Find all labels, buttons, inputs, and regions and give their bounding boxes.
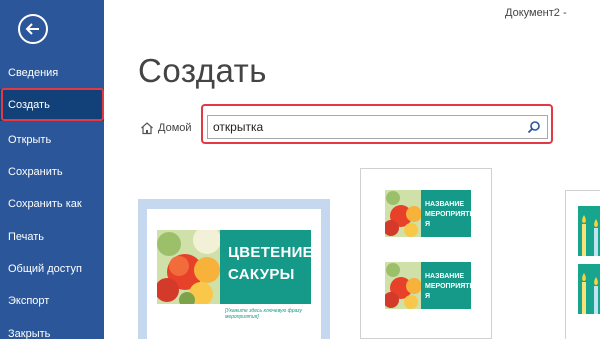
sidebar-item-export[interactable]: Экспорт: [0, 285, 104, 317]
page-title: Создать: [138, 52, 267, 89]
backstage-sidebar: Сведения Создать Открыть Сохранить Сохра…: [0, 0, 104, 339]
template-preview: ЦВЕТЕНИЕ САКУРЫ [Укажите здесь ключевую …: [147, 209, 321, 339]
template-line1: НАЗВАНИЕ: [425, 201, 465, 208]
breadcrumb-home-label: Домой: [158, 122, 192, 134]
template-title-panel: ЦВЕТЕНИЕ САКУРЫ: [220, 230, 313, 304]
template-card-sakura[interactable]: ЦВЕТЕНИЕ САКУРЫ [Укажите здесь ключевую …: [138, 199, 330, 339]
sidebar-item-save-as[interactable]: Сохранить как: [0, 188, 104, 220]
highlight-frame-search: [201, 104, 553, 144]
back-arrow-icon: [25, 23, 39, 35]
sidebar-item-share[interactable]: Общий доступ: [0, 253, 104, 285]
template-card-event-name[interactable]: НАЗВАНИЕ МЕРОПРИЯТИ Я НАЗВАНИЕ МЕРОПРИЯТ…: [360, 168, 492, 339]
sidebar-item-info[interactable]: Сведения: [0, 57, 104, 89]
template-preview-bottom: НАЗВАНИЕ МЕРОПРИЯТИ Я: [385, 262, 475, 309]
template-line3: Я: [425, 221, 431, 228]
template-subtitle: [Укажите здесь ключевую фразу мероприяти…: [225, 308, 302, 320]
template-line1: НАЗВАНИЕ: [425, 273, 465, 280]
flower-photo-image: [157, 230, 220, 304]
sidebar-item-open[interactable]: Открыть: [0, 124, 104, 156]
candles-image: [578, 206, 600, 256]
sidebar-item-print[interactable]: Печать: [0, 221, 104, 253]
template-preview-top: НАЗВАНИЕ МЕРОПРИЯТИ Я: [385, 190, 475, 237]
flower-photo-image: [385, 262, 421, 309]
flower-photo-image: [385, 190, 421, 237]
back-button[interactable]: [18, 14, 48, 44]
document-title: Документ2 -: [505, 7, 567, 19]
template-line3: Я: [425, 293, 431, 300]
template-card-birthday[interactable]: [565, 190, 600, 339]
template-title-line2: САКУРЫ: [228, 266, 295, 283]
sidebar-item-close[interactable]: Закрыть: [0, 318, 104, 339]
highlight-frame-new: [1, 88, 104, 121]
template-title-line1: ЦВЕТЕНИЕ: [228, 244, 313, 261]
template-line2: МЕРОПРИЯТИ: [425, 211, 475, 218]
home-icon: [141, 122, 153, 135]
breadcrumb-home[interactable]: Домой: [140, 119, 192, 137]
template-title-panel: НАЗВАНИЕ МЕРОПРИЯТИ Я: [421, 262, 475, 309]
template-title-panel: НАЗВАНИЕ МЕРОПРИЯТИ Я: [421, 190, 475, 237]
sidebar-item-save[interactable]: Сохранить: [0, 156, 104, 188]
candles-image: [578, 264, 600, 314]
template-line2: МЕРОПРИЯТИ: [425, 283, 475, 290]
